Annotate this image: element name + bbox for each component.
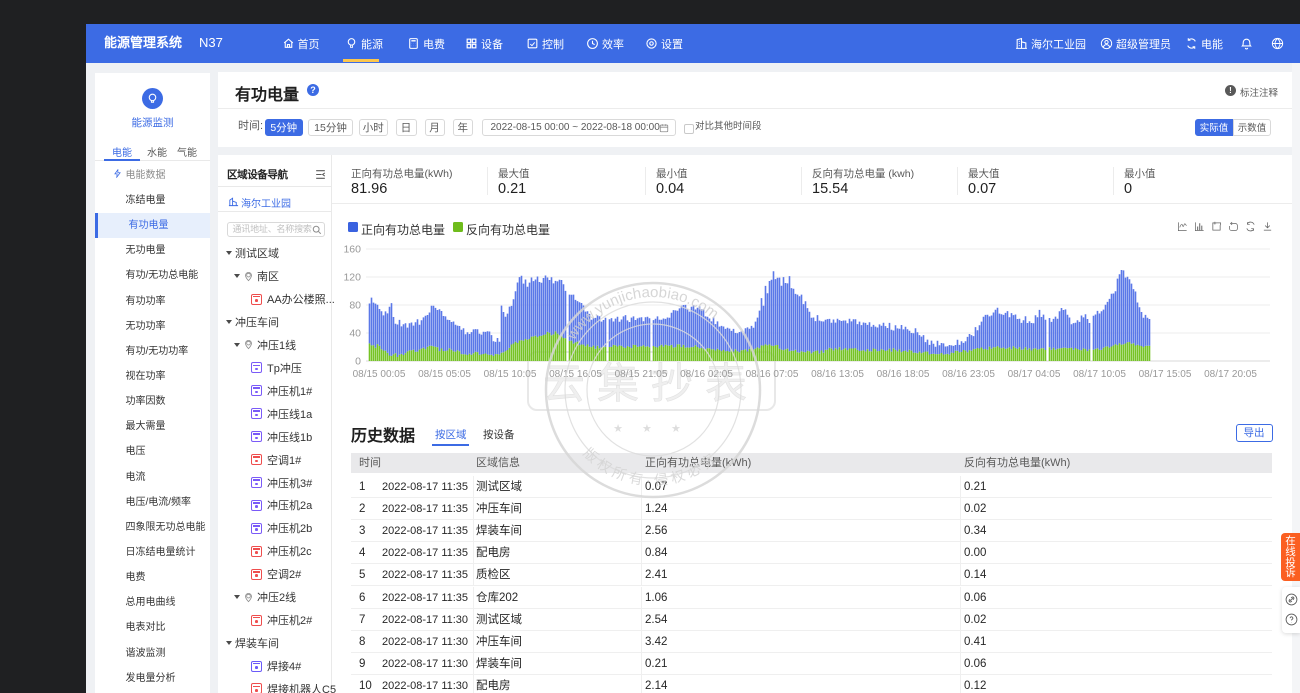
svg-text:08/17 15:05: 08/17 15:05	[1139, 369, 1192, 380]
svg-text:80: 80	[349, 300, 361, 312]
svg-text:08/15 00:05: 08/15 00:05	[353, 369, 406, 380]
svg-text:08/16 18:05: 08/16 18:05	[877, 369, 930, 380]
svg-text:120: 120	[343, 272, 361, 284]
svg-text:08/17 04:05: 08/17 04:05	[1008, 369, 1061, 380]
svg-text:08/15 05:05: 08/15 05:05	[418, 369, 471, 380]
svg-text:08/16 13:05: 08/16 13:05	[811, 369, 864, 380]
svg-text:08/17 20:05: 08/17 20:05	[1204, 369, 1257, 380]
svg-text:0: 0	[355, 356, 361, 368]
svg-text:版权所有·侵权必究: 版权所有·侵权必究	[580, 445, 721, 489]
svg-text:160: 160	[343, 244, 361, 256]
svg-text:08/17 10:05: 08/17 10:05	[1073, 369, 1126, 380]
svg-text:08/16 23:05: 08/16 23:05	[942, 369, 995, 380]
svg-text:★ ★ ★: ★ ★ ★	[613, 423, 689, 435]
svg-text:40: 40	[349, 328, 361, 340]
